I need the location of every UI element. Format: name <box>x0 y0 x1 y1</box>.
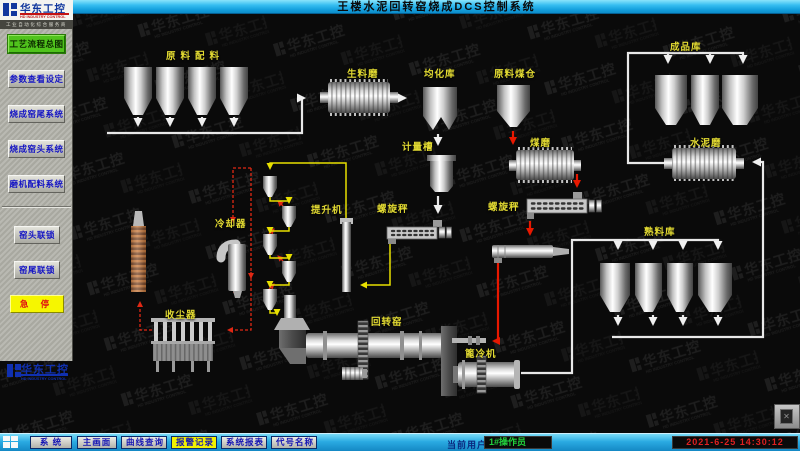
clinker-silos <box>600 263 732 312</box>
kiln-inlet-hood <box>274 318 310 364</box>
taskbar-button-trend-query[interactable]: 曲线查询 <box>121 436 167 449</box>
page-title: 王楼水泥回转窑烧成DCS控制系统 <box>73 0 800 14</box>
product-silos <box>655 75 758 125</box>
vendor-logo-subtitle: HD INDUSTRY CONTROL <box>20 15 66 19</box>
sidebar-divider <box>2 206 71 208</box>
rawmeal-flow-lines <box>270 163 390 314</box>
label-bucket-elevator: 提升机 <box>311 202 343 216</box>
sidebar-item-parameter-settings[interactable]: 参数查看设定 <box>8 70 65 88</box>
windows-start-icon[interactable] <box>3 436 19 449</box>
taskbar-button-system[interactable]: 系 统 <box>30 436 72 449</box>
label-rotary-kiln: 回转窑 <box>371 314 403 328</box>
vendor-logo-header: 华东工控 HD INDUSTRY CONTROL <box>0 0 73 20</box>
system-tray-panel[interactable]: ✕ <box>774 404 800 429</box>
raw-batching-silos <box>124 67 248 115</box>
gas-flow-dashed-lines <box>140 168 283 330</box>
label-coal-mill: 煤磨 <box>530 135 551 149</box>
label-cooler: 冷却器 <box>215 216 247 230</box>
vendor-logo-footer: 华东工控 HD INDUSTRY CONTROL <box>4 361 70 384</box>
raw-coal-bunker-vessel <box>497 85 530 127</box>
cement-mill-machine <box>664 147 744 180</box>
vendor-logo-subtitle: HD INDUSTRY CONTROL <box>21 377 67 381</box>
emergency-stop-button[interactable]: 急 停 <box>10 295 64 313</box>
current-user-value: 1#操作员 <box>484 436 552 449</box>
homogenizing-silo-vessel <box>423 87 457 130</box>
raw-mill-machine <box>320 81 398 115</box>
label-cement-mill: 水泥磨 <box>690 135 722 149</box>
sidebar-item-kiln-tail-interlock[interactable]: 窑尾联锁 <box>14 261 60 279</box>
sidebar-item-mill-batching-system[interactable]: 磨机配料系统 <box>8 175 65 193</box>
vendor-slogan: 工业自动化综合服务商 <box>0 20 73 29</box>
taskbar-button-alarm-record[interactable]: 报警记录 <box>171 436 217 449</box>
taskbar: 系 统 主画面 曲线查询 报警记录 系统报表 代号名称 当前用户 1#操作员 2… <box>0 433 800 451</box>
title-bar: 王楼水泥回转窑烧成DCS控制系统 <box>73 0 800 14</box>
label-grate-cooler: 篦冷机 <box>465 346 497 360</box>
taskbar-button-main-screen[interactable]: 主画面 <box>77 436 117 449</box>
dust-collector-structure <box>151 318 215 372</box>
sidebar-item-kiln-head-system[interactable]: 烧成窑头系统 <box>8 140 65 158</box>
cooler-vessel <box>221 244 246 298</box>
label-raw-batching: 原料配料 <box>166 48 224 62</box>
label-product-silo: 成品库 <box>670 39 702 53</box>
grate-cooler-machine <box>453 356 520 393</box>
label-dust-collector: 收尘器 <box>165 307 197 321</box>
label-metering-tank: 计量槽 <box>402 139 434 153</box>
sidebar-item-process-overview[interactable]: 工艺流程总图 <box>8 35 65 53</box>
taskbar-button-code-names[interactable]: 代号名称 <box>271 436 317 449</box>
sidebar: 工艺流程总图 参数查看设定 烧成窑尾系统 烧成窑头系统 磨机配料系统 窑头联锁 … <box>0 29 73 361</box>
sidebar-item-kiln-tail-system[interactable]: 烧成窑尾系统 <box>8 105 65 123</box>
screw-scale-right-machine <box>527 192 602 219</box>
label-raw-coal-bunker: 原料煤仓 <box>494 66 536 80</box>
clock-display: 2021-6-25 14:30:12 <box>672 436 798 449</box>
coal-mill-machine <box>509 149 581 182</box>
label-screw-scale-right: 螺旋秤 <box>488 199 520 213</box>
preheater-cyclones <box>263 176 296 319</box>
chimney-stack <box>131 211 146 292</box>
current-user-label: 当前用户 <box>447 438 487 451</box>
logo-underline <box>21 374 68 376</box>
dcs-screen: 华东工控 HD INDUSTRY CONTROL 华东工控 HD INDUSTR… <box>0 0 800 451</box>
tray-close-icon[interactable]: ✕ <box>780 409 793 424</box>
label-raw-mill: 生料磨 <box>347 66 379 80</box>
bucket-elevator-structure <box>340 218 353 292</box>
sidebar-item-kiln-head-interlock[interactable]: 窑头联锁 <box>14 226 60 244</box>
taskbar-button-system-report[interactable]: 系统报表 <box>221 436 267 449</box>
label-homogenizing-silo: 均化库 <box>424 66 456 80</box>
process-diagram <box>0 0 800 451</box>
label-screw-scale-left: 螺旋秤 <box>377 201 409 215</box>
vendor-logo-icon <box>7 363 22 378</box>
coal-feeder-machine <box>492 245 569 263</box>
vendor-logo-icon <box>3 2 18 17</box>
metering-tank-vessel <box>427 155 456 227</box>
label-clinker-silo: 熟料库 <box>644 224 676 238</box>
screw-scale-left-machine <box>387 227 452 244</box>
